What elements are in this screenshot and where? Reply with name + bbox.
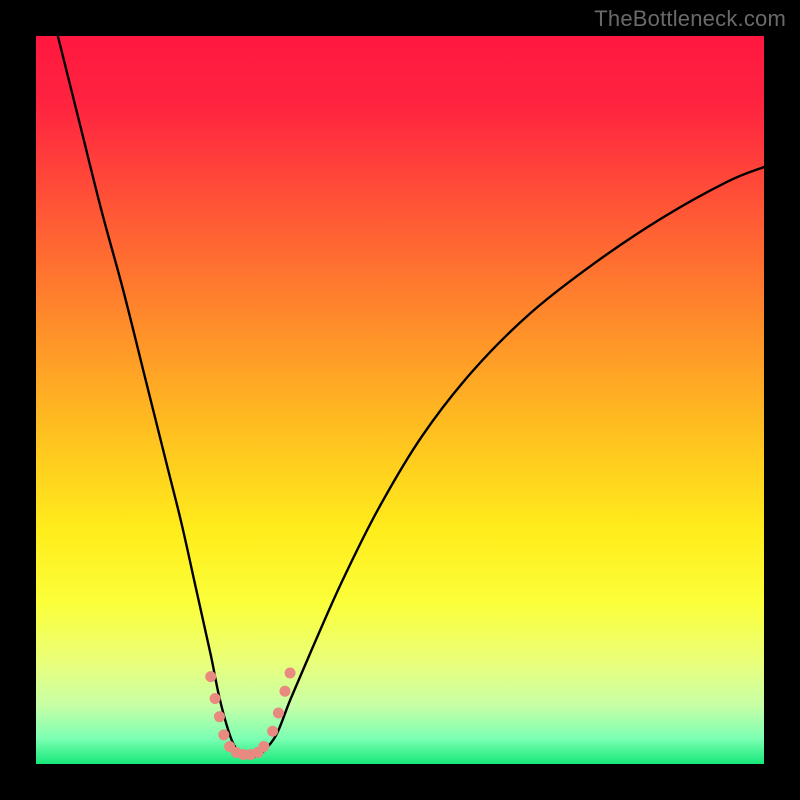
plot-area [36,36,764,764]
background-gradient [36,36,764,764]
watermark-text: TheBottleneck.com [594,6,786,32]
chart-frame: TheBottleneck.com [0,0,800,800]
